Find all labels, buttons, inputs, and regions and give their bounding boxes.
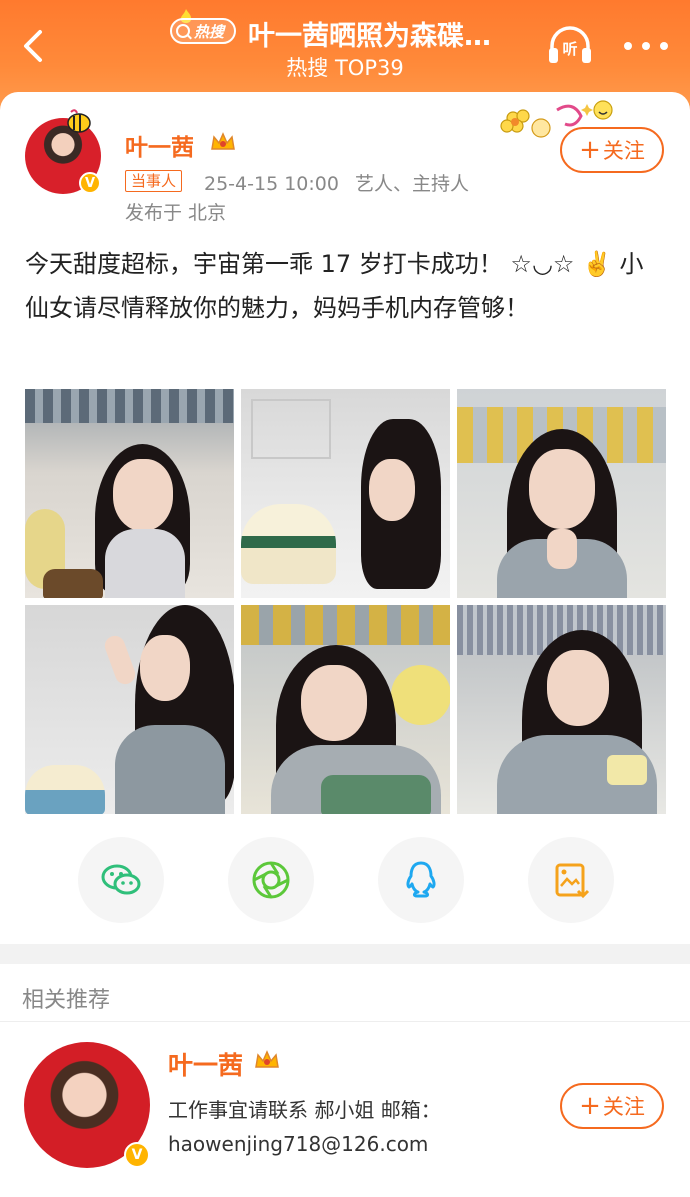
share-wechat-button[interactable] <box>78 837 164 923</box>
related-follow-button[interactable]: + 关注 <box>560 1083 664 1129</box>
post-photo[interactable] <box>241 605 450 814</box>
author-title: 艺人、主持人 <box>355 173 470 195</box>
dot-icon <box>642 42 650 50</box>
role-tag: 当事人 <box>125 170 183 192</box>
moments-icon <box>252 861 290 899</box>
related-section: 相关推荐 V 叶一茜 工作事宜请联系 郝小姐 邮箱： haowenjing718… <box>0 964 690 1197</box>
crown-icon <box>255 1050 279 1068</box>
dot-icon <box>624 42 632 50</box>
more-options-button[interactable] <box>624 34 668 58</box>
listen-label: 听 <box>562 40 577 58</box>
save-image-icon <box>555 863 590 899</box>
hot-search-badge: 热搜 <box>170 18 236 44</box>
listen-button[interactable]: 听 <box>546 24 594 68</box>
related-description: 工作事宜请联系 郝小姐 邮箱： <box>168 1098 441 1122</box>
page-title: 叶一茜晒照为森碟… <box>248 21 491 52</box>
plus-icon: + <box>579 135 601 165</box>
share-qq-button[interactable] <box>378 837 464 923</box>
post-photo[interactable] <box>241 389 450 598</box>
search-icon <box>176 24 190 38</box>
verified-badge-icon: V <box>79 172 101 194</box>
author-name[interactable]: 叶一茜 <box>125 128 194 162</box>
qq-icon <box>406 861 436 898</box>
post-text: 今天甜度超标，宇宙第一乖 17 岁打卡成功！ ☆◡☆ ✌️ 小仙女请尽情释放你的… <box>25 250 644 322</box>
dot-icon <box>660 42 668 50</box>
crown-icon <box>211 132 235 150</box>
share-moments-button[interactable] <box>228 837 314 923</box>
post-photo[interactable] <box>25 389 234 598</box>
hot-search-badge-label: 热搜 <box>194 22 225 41</box>
post-card: V 叶一茜 当事人 25-4-15 10:00 艺人、主持人 发布于 北京 + … <box>0 92 690 944</box>
follow-button-label: 关注 <box>602 139 645 163</box>
divider <box>0 1021 690 1022</box>
headphones-icon: 听 <box>549 26 591 63</box>
share-bar <box>0 837 690 923</box>
bee-sticker-icon <box>67 109 91 133</box>
related-follow-button-label: 关注 <box>602 1095 645 1119</box>
verified-badge-icon: V <box>124 1142 150 1168</box>
save-image-button[interactable] <box>528 837 614 923</box>
follow-button[interactable]: + 关注 <box>560 127 664 173</box>
plus-icon: + <box>579 1091 601 1121</box>
post-meta: 25-4-15 10:00 艺人、主持人 <box>204 169 469 196</box>
post-photo[interactable] <box>457 389 666 598</box>
post-location: 发布于 北京 <box>125 202 227 224</box>
related-title: 相关推荐 <box>22 988 111 1013</box>
related-user-name[interactable]: 叶一茜 <box>168 1046 243 1082</box>
post-photo[interactable] <box>25 605 234 814</box>
post-photo[interactable] <box>457 605 666 814</box>
photo-grid <box>25 389 666 814</box>
wechat-icon <box>101 864 141 895</box>
related-email: haowenjing718@126.com <box>168 1132 429 1156</box>
post-timestamp: 25-4-15 10:00 <box>204 173 339 195</box>
